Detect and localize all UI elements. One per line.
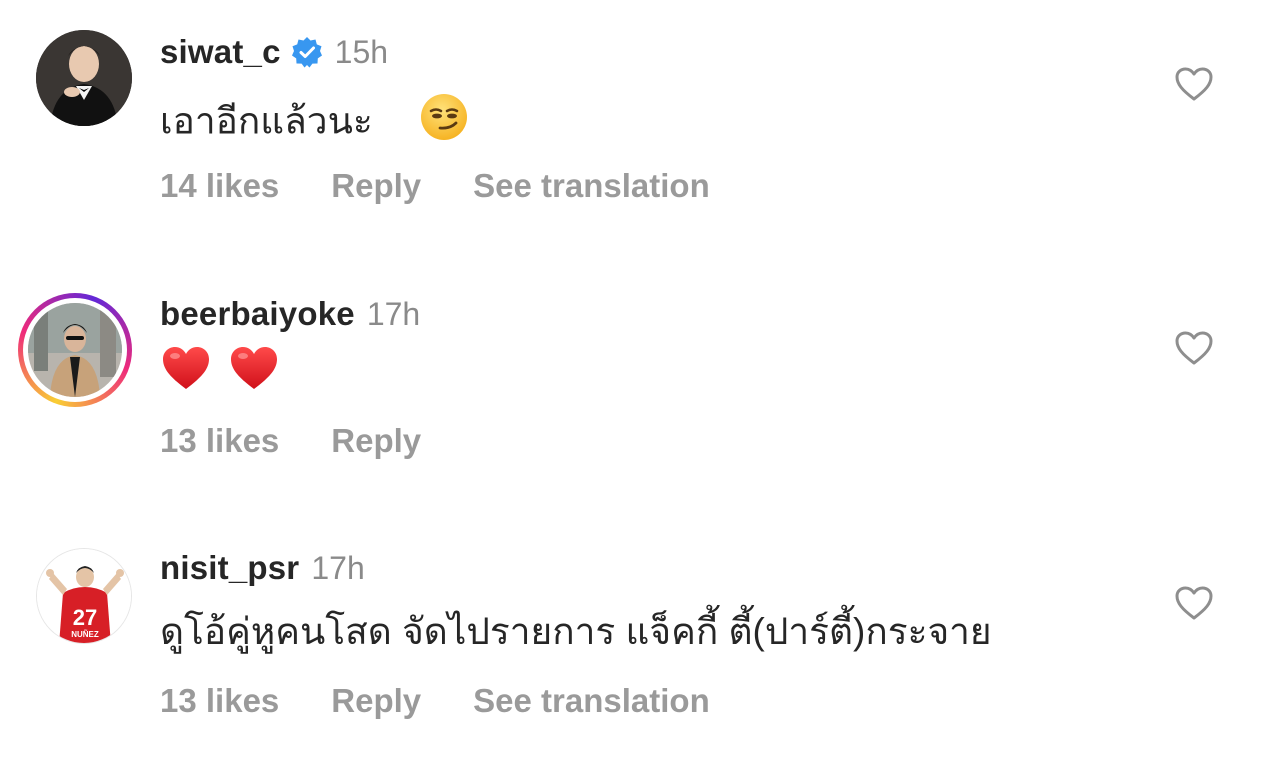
- red-heart-emoji-icon: [228, 344, 280, 406]
- likes-count[interactable]: 13 likes: [160, 422, 279, 460]
- reply-button[interactable]: Reply: [331, 682, 421, 720]
- red-heart-emoji-icon: [160, 344, 212, 406]
- likes-count[interactable]: 13 likes: [160, 682, 279, 720]
- timestamp: 15h: [334, 33, 389, 70]
- comment-text: ดูโอ้คู่หูคนโสด จัดไปรายการ แจ็คกี้ ตี้(…: [160, 607, 992, 657]
- username[interactable]: nisit_psr: [160, 549, 299, 587]
- see-translation-button[interactable]: See translation: [473, 682, 710, 720]
- likes-count[interactable]: 14 likes: [160, 167, 279, 205]
- reply-button[interactable]: Reply: [331, 422, 421, 460]
- timestamp: 17h: [366, 295, 421, 332]
- timestamp: 17h: [311, 549, 365, 586]
- avatar[interactable]: [36, 30, 132, 126]
- reply-button[interactable]: Reply: [331, 167, 421, 205]
- avatar-story-ring[interactable]: [18, 293, 132, 407]
- avatar[interactable]: 27 NUÑEZ: [36, 548, 132, 644]
- see-translation-button[interactable]: See translation: [473, 167, 710, 205]
- verified-badge-icon: [291, 36, 323, 68]
- like-heart-icon[interactable]: [1174, 66, 1214, 102]
- comment-text: [160, 344, 280, 396]
- jersey-number: 27: [73, 605, 97, 630]
- comment-text: เอาอีกแล้วนะ: [160, 92, 469, 142]
- like-heart-icon[interactable]: [1174, 330, 1214, 366]
- comment-text-content: เอาอีกแล้วนะ: [160, 100, 373, 142]
- jersey-name: NUÑEZ: [71, 630, 99, 639]
- username[interactable]: siwat_c: [160, 33, 281, 71]
- avatar: [28, 303, 122, 397]
- smirk-emoji-icon: [419, 92, 469, 155]
- like-heart-icon[interactable]: [1174, 585, 1214, 621]
- comment-text-content: ดูโอ้คู่หูคนโสด จัดไปรายการ แจ็คกี้ ตี้(…: [160, 611, 992, 652]
- username[interactable]: beerbaiyoke: [160, 295, 355, 333]
